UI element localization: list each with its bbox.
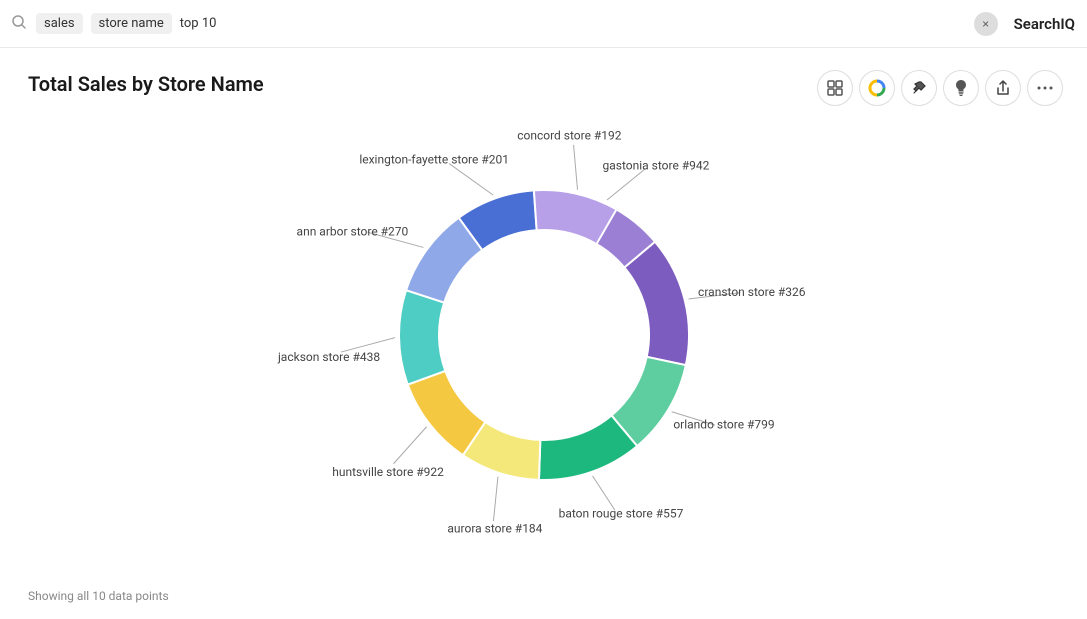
search-bar: sales store name top 10 × SearchIQ [0,0,1087,48]
label-gastonia-store-#942: gastonia store #942 [602,159,709,173]
data-points-note: Showing all 10 data points [28,589,169,603]
insights-button[interactable] [943,70,979,106]
tag-store-name[interactable]: store name [91,13,172,34]
label-cranston-store-#326: cranston store #326 [698,285,806,299]
chart-toolbar [817,70,1063,106]
search-icon [12,15,26,33]
main-content: Total Sales by Store Name [0,48,1087,619]
label-concord-store-#192: concord store #192 [517,129,622,143]
label-ann-arbor-store-#270: ann arbor store #270 [296,224,408,238]
segment-jackson-store-#438[interactable] [399,290,445,384]
donut-chart-container: gastonia store #942 cranston store #326 or… [28,120,1059,550]
search-free-text: top 10 [180,16,966,31]
pin-button[interactable] [901,70,937,106]
grid-view-button[interactable] [817,70,853,106]
label-baton-rouge-store-#557: baton rouge store #557 [558,507,683,521]
label-jackson-store-#438: jackson store #438 [276,350,379,364]
label-orlando-store-#799: orlando store #799 [673,417,774,431]
chart-view-button[interactable] [859,70,895,106]
more-options-button[interactable] [1027,70,1063,106]
label-huntsville-store-#922: huntsville store #922 [332,465,444,479]
clear-search-button[interactable]: × [974,12,998,36]
donut-center-hole [439,230,649,440]
label-aurora-store-#184: aurora store #184 [447,522,542,536]
brand-label: SearchIQ [1014,15,1075,33]
share-button[interactable] [985,70,1021,106]
donut-chart-svg: gastonia store #942 cranston store #326 or… [194,125,894,545]
label-lexington-fayette-store-#201: lexington-fayette store #201 [359,153,509,167]
tag-sales[interactable]: sales [36,13,83,34]
